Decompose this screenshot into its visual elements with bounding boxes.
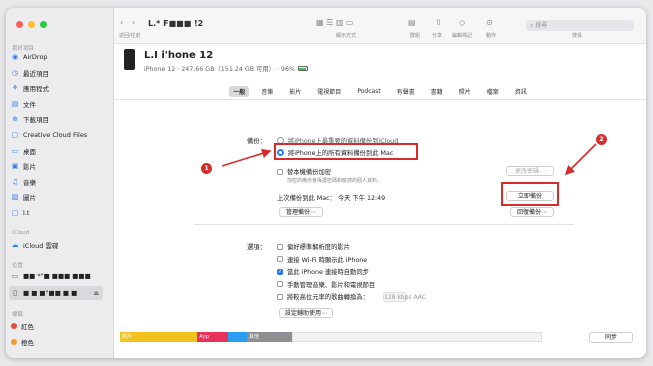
arrow-to-backup-now: [564, 143, 597, 176]
arrow-to-backup-option: [221, 148, 272, 167]
annotation-marker-2: 2: [596, 134, 607, 145]
annotation-marker-1: 1: [201, 163, 212, 174]
finder-window: 喜好項目 ◉ AirDrop ◷ 最近項目 ⚘ 應用程式 ▤ 文件 ⊕ 下載項目 ▢ Creative…: [6, 8, 646, 358]
annotation-arrows: [221, 143, 597, 176]
